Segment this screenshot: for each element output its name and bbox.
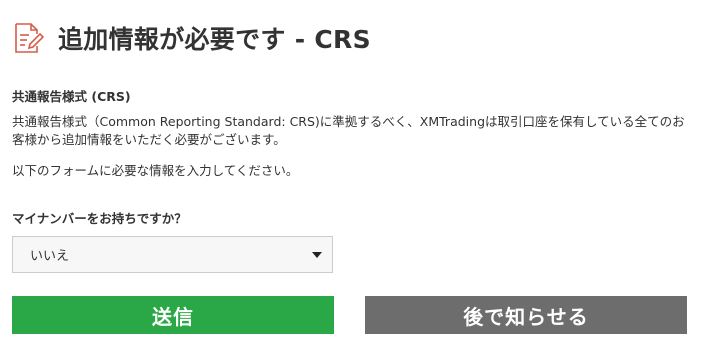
my-number-select[interactable]: いいえ xyxy=(12,236,333,273)
page-title: 追加情報が必要です - CRS xyxy=(58,25,371,54)
caret-down-icon xyxy=(312,252,322,258)
page-header: 追加情報が必要です - CRS xyxy=(12,16,371,60)
section-title: 共通報告様式 (CRS) xyxy=(12,89,131,104)
my-number-question-label: マイナンバーをお持ちですか？ xyxy=(12,211,187,226)
notify-later-button[interactable]: 後で知らせる xyxy=(365,296,687,334)
my-number-select-value: いいえ xyxy=(30,249,70,264)
crs-description: 共通報告様式（Common Reporting Standard: CRS)に準… xyxy=(12,114,685,147)
document-edit-icon xyxy=(12,22,44,54)
form-instruction: 以下のフォームに必要な情報を入力してください。 xyxy=(12,163,299,178)
submit-button[interactable]: 送信 xyxy=(12,296,334,334)
